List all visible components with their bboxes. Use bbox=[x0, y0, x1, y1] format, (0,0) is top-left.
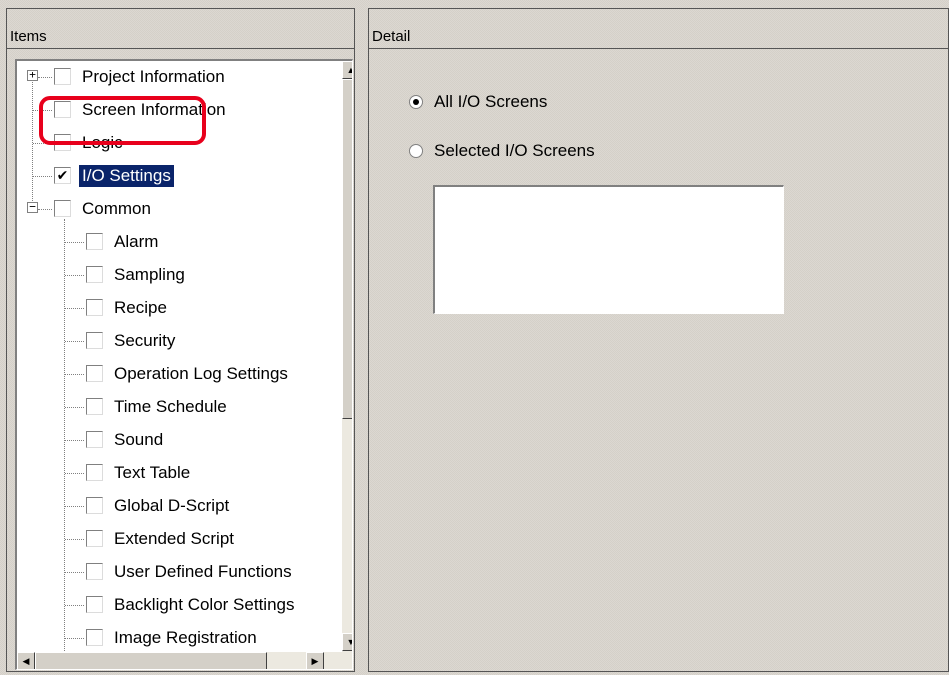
radio-button[interactable] bbox=[409, 144, 423, 158]
item-checkbox[interactable] bbox=[86, 398, 103, 415]
item-checkbox[interactable] bbox=[54, 101, 71, 118]
checkmark-icon: ✔ bbox=[56, 167, 69, 183]
tree-connector bbox=[65, 440, 84, 441]
item-checkbox[interactable] bbox=[86, 530, 103, 547]
detail-header-label: Detail bbox=[372, 28, 411, 45]
items-panel: Items + Project Information Screen Infor… bbox=[6, 8, 355, 672]
tree-connector bbox=[33, 110, 52, 111]
tree-connector bbox=[65, 374, 84, 375]
radio-label: Selected I/O Screens bbox=[434, 141, 595, 160]
item-checkbox[interactable] bbox=[86, 464, 103, 481]
tree-item-label: Common bbox=[82, 199, 151, 218]
tree-connector bbox=[65, 473, 84, 474]
tree-connector bbox=[65, 341, 84, 342]
tree-connector bbox=[65, 572, 84, 573]
tree-item-label: Extended Script bbox=[114, 529, 235, 548]
tree-item-sound[interactable]: Sound bbox=[17, 424, 352, 457]
item-checkbox[interactable] bbox=[54, 134, 71, 151]
tree-item-alarm[interactable]: Alarm bbox=[17, 226, 352, 259]
items-tree[interactable]: + Project Information Screen Information… bbox=[15, 59, 353, 670]
tree-connector bbox=[38, 77, 52, 78]
tree-item-operation-log-settings[interactable]: Operation Log Settings bbox=[17, 358, 352, 391]
tree-item-label-selected: I/O Settings bbox=[79, 165, 174, 187]
tree-item-sampling[interactable]: Sampling bbox=[17, 259, 352, 292]
tree-item-screen-information[interactable]: Screen Information bbox=[17, 94, 352, 127]
item-checkbox[interactable] bbox=[86, 563, 103, 580]
tree-item-label: Project Information bbox=[82, 67, 225, 86]
vertical-scrollbar[interactable]: ▲ ▼ bbox=[342, 61, 352, 669]
tree-item-global-d-script[interactable]: Global D-Script bbox=[17, 490, 352, 523]
tree-connector bbox=[65, 638, 84, 639]
plus-expander-icon[interactable]: + bbox=[27, 69, 38, 81]
tree-item-label: Alarm bbox=[114, 232, 159, 251]
arrow-left-icon[interactable]: ◀ bbox=[17, 652, 35, 669]
radio-dot-icon bbox=[413, 99, 419, 105]
tree-item-time-schedule[interactable]: Time Schedule bbox=[17, 391, 352, 424]
item-checkbox[interactable] bbox=[86, 332, 103, 349]
tree-connector bbox=[65, 539, 84, 540]
tree-item-security[interactable]: Security bbox=[17, 325, 352, 358]
tree-item-recipe[interactable]: Recipe bbox=[17, 292, 352, 325]
items-header-label: Items bbox=[10, 28, 47, 45]
item-checkbox[interactable] bbox=[86, 431, 103, 448]
tree-item-project-information[interactable]: + Project Information bbox=[17, 61, 352, 94]
tree-item-backlight-color-settings[interactable]: Backlight Color Settings bbox=[17, 589, 352, 622]
item-checkbox-checked[interactable]: ✔ bbox=[54, 167, 71, 184]
tree-item-image-registration[interactable]: Image Registration bbox=[17, 622, 352, 655]
radio-button-selected[interactable] bbox=[409, 95, 423, 109]
tree-connector bbox=[33, 176, 52, 177]
tree-item-common[interactable]: − Common bbox=[17, 193, 352, 226]
tree-connector bbox=[65, 308, 84, 309]
item-checkbox[interactable] bbox=[86, 629, 103, 646]
tree-item-extended-script[interactable]: Extended Script bbox=[17, 523, 352, 556]
tree-item-label: Sound bbox=[114, 430, 164, 449]
tree-item-io-settings[interactable]: ✔ I/O Settings bbox=[17, 160, 352, 193]
tree-item-label: Security bbox=[114, 331, 176, 350]
item-checkbox[interactable] bbox=[86, 233, 103, 250]
minus-expander-icon[interactable]: − bbox=[27, 201, 38, 213]
tree-item-label: User Defined Functions bbox=[114, 562, 292, 581]
item-checkbox[interactable] bbox=[86, 497, 103, 514]
tree-connector bbox=[65, 242, 84, 243]
tree-connector bbox=[65, 407, 84, 408]
tree-item-logic[interactable]: Logic bbox=[17, 127, 352, 160]
tree-item-label: Backlight Color Settings bbox=[114, 595, 295, 614]
item-checkbox[interactable] bbox=[86, 266, 103, 283]
item-checkbox[interactable] bbox=[86, 299, 103, 316]
tree-item-label: Image Registration bbox=[114, 628, 257, 647]
io-screens-listbox[interactable] bbox=[433, 185, 784, 314]
item-checkbox[interactable] bbox=[86, 596, 103, 613]
arrow-right-icon[interactable]: ▶ bbox=[306, 652, 324, 669]
tree-item-label: Text Table bbox=[114, 463, 191, 482]
horizontal-scrollbar[interactable]: ◀ ▶ bbox=[17, 652, 342, 669]
tree-connector bbox=[33, 143, 52, 144]
tree-item-label: Screen Information bbox=[82, 100, 226, 119]
tree-item-label: Sampling bbox=[114, 265, 185, 284]
radio-label: All I/O Screens bbox=[434, 92, 548, 111]
item-checkbox[interactable] bbox=[54, 68, 71, 85]
horizontal-scroll-thumb[interactable] bbox=[35, 652, 267, 669]
item-checkbox[interactable] bbox=[86, 365, 103, 382]
tree-item-label: Operation Log Settings bbox=[114, 364, 288, 383]
tree-connector bbox=[65, 605, 84, 606]
vertical-scroll-thumb[interactable] bbox=[342, 79, 352, 419]
item-checkbox[interactable] bbox=[54, 200, 71, 217]
tree-item-text-table[interactable]: Text Table bbox=[17, 457, 352, 490]
arrow-up-icon[interactable]: ▲ bbox=[342, 61, 352, 79]
tree-item-label: Global D-Script bbox=[114, 496, 230, 515]
detail-panel: Detail All I/O Screens Selected I/O Scre… bbox=[368, 8, 949, 672]
tree-item-label: Recipe bbox=[114, 298, 167, 317]
tree-item-label: Time Schedule bbox=[114, 397, 227, 416]
tree-item-label: Logic bbox=[82, 133, 123, 152]
tree-connector bbox=[65, 506, 84, 507]
tree-connector bbox=[65, 275, 84, 276]
tree-connector bbox=[38, 209, 52, 210]
detail-panel-header: Detail bbox=[369, 9, 948, 49]
arrow-down-icon[interactable]: ▼ bbox=[342, 633, 352, 651]
tree-item-user-defined-functions[interactable]: User Defined Functions bbox=[17, 556, 352, 589]
items-panel-header: Items bbox=[7, 9, 354, 49]
